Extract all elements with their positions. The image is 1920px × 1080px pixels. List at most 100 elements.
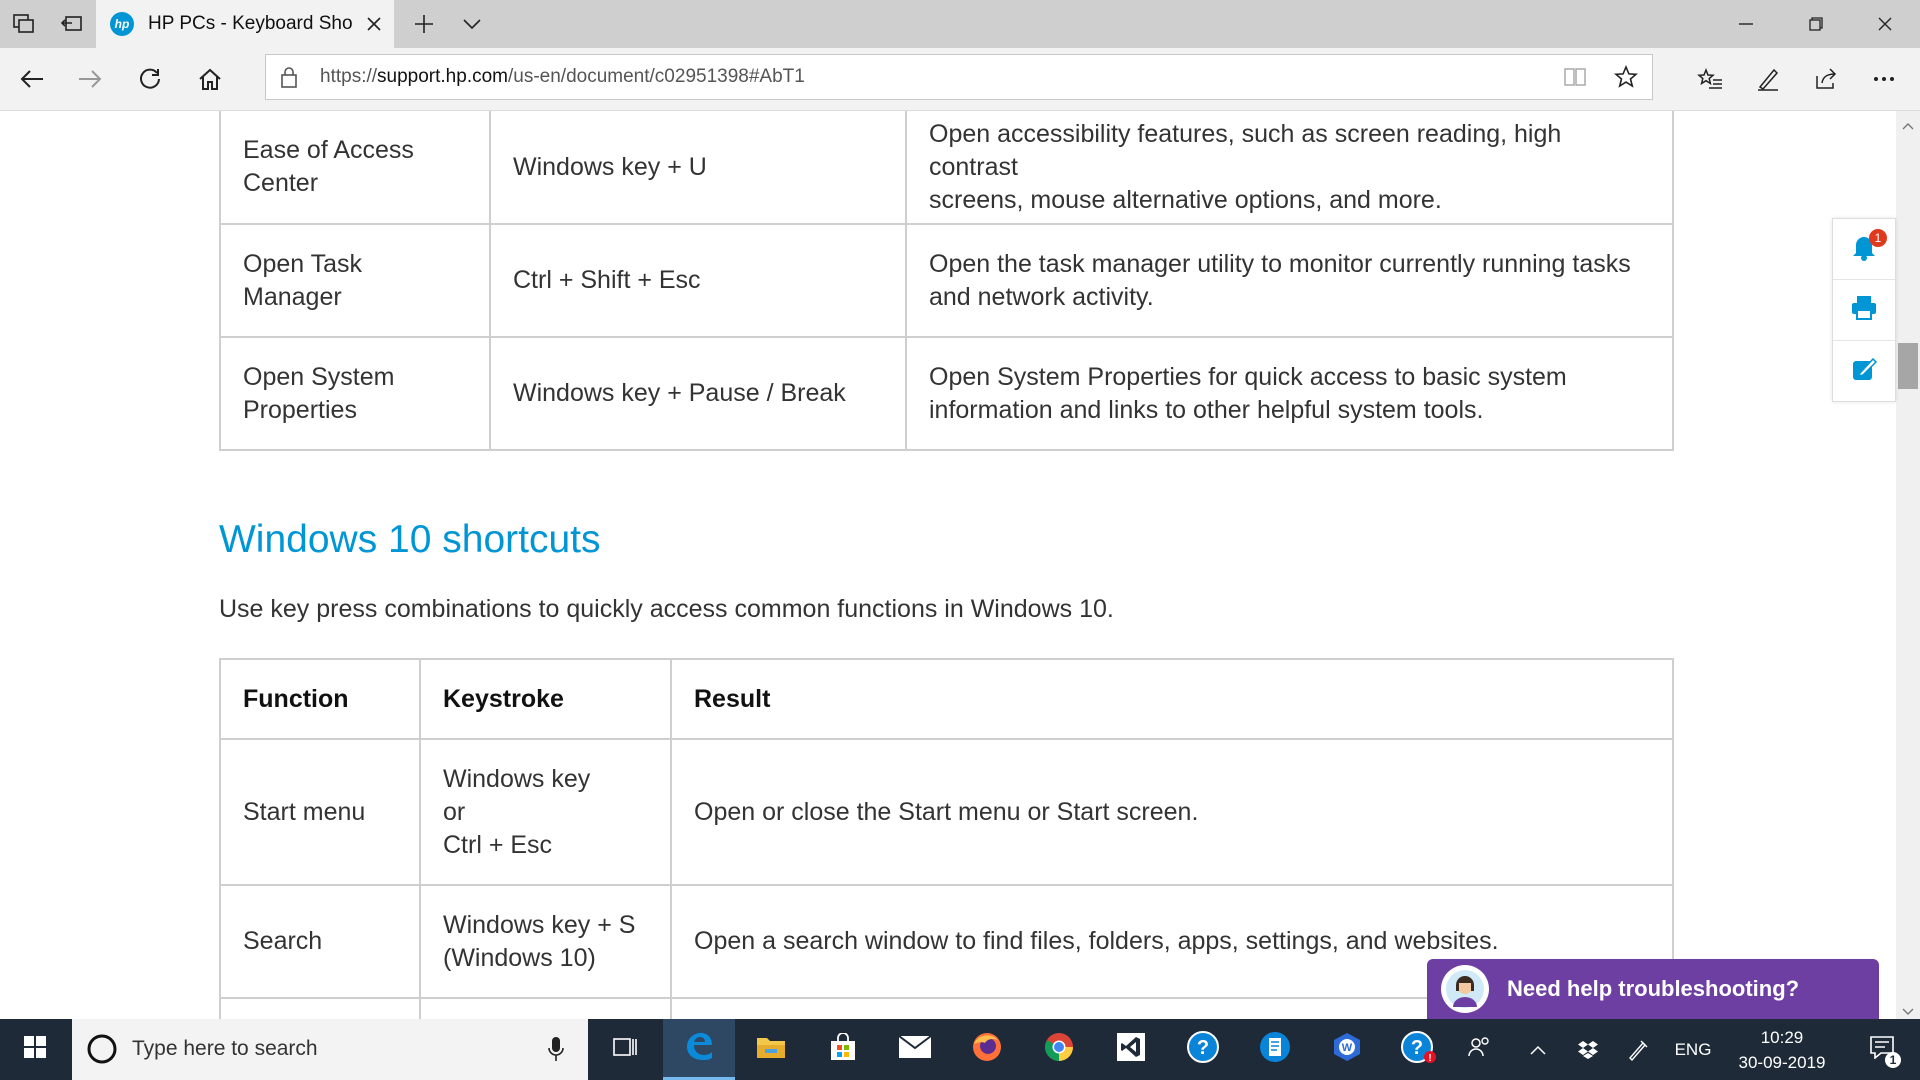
taskbar-app-help[interactable]: ? bbox=[1167, 1019, 1239, 1080]
taskbar-search-box[interactable]: Type here to search bbox=[72, 1019, 588, 1080]
keystroke-text: (Windows 10) bbox=[443, 943, 596, 972]
function-cell bbox=[219, 997, 421, 1019]
taskbar-app-file-explorer[interactable] bbox=[735, 1019, 807, 1080]
taskbar-app-firefox[interactable] bbox=[951, 1019, 1023, 1080]
windows-logo-icon bbox=[24, 1036, 46, 1063]
keystroke-cell: Ctrl + Shift + Esc bbox=[489, 223, 907, 338]
back-icon[interactable] bbox=[8, 55, 56, 103]
help-question-icon: ? bbox=[1186, 1030, 1220, 1069]
lock-icon[interactable] bbox=[280, 66, 298, 93]
taskbar-app-store[interactable] bbox=[807, 1019, 879, 1080]
function-text: Ease of Access bbox=[243, 136, 414, 164]
keystroke-text: Ctrl + Esc bbox=[443, 830, 553, 859]
share-icon[interactable] bbox=[1802, 55, 1850, 103]
tab-manager-icon[interactable] bbox=[0, 0, 48, 48]
notifications-button[interactable]: 1 bbox=[1833, 219, 1895, 280]
show-hidden-icons-chevron[interactable] bbox=[1516, 1019, 1560, 1080]
scroll-up-icon[interactable] bbox=[1902, 117, 1914, 135]
taskbar-app-notes[interactable] bbox=[1239, 1019, 1311, 1080]
clock-time: 10:29 bbox=[1760, 1028, 1804, 1047]
vertical-scrollbar[interactable] bbox=[1896, 111, 1920, 1019]
svg-text:!: ! bbox=[1428, 1053, 1431, 1064]
table-header-row: Function Keystroke Result bbox=[219, 658, 1674, 740]
agent-avatar-icon bbox=[1441, 965, 1489, 1013]
web-note-pen-icon[interactable] bbox=[1744, 55, 1792, 103]
task-view-icon bbox=[611, 1036, 637, 1063]
people-button[interactable] bbox=[1455, 1019, 1503, 1080]
keystroke-text: Windows key bbox=[443, 764, 591, 793]
pen-workspace-icon[interactable] bbox=[1616, 1019, 1660, 1080]
people-icon bbox=[1467, 1036, 1491, 1063]
table-row: Ease of Access Center Windows key + U Ope… bbox=[219, 111, 1674, 225]
more-options-icon[interactable] bbox=[1860, 55, 1908, 103]
tab-title: HP PCs - Keyboard Sho bbox=[148, 13, 353, 34]
print-button[interactable] bbox=[1833, 280, 1895, 341]
keystroke-cell: Windows key or Ctrl + Esc bbox=[419, 738, 672, 886]
dropbox-tray-icon[interactable] bbox=[1566, 1019, 1610, 1080]
taskbar-app-get-help[interactable]: ?! bbox=[1383, 1019, 1455, 1080]
clock-date: 30-09-2019 bbox=[1738, 1053, 1826, 1072]
edge-browser-icon bbox=[683, 1030, 715, 1067]
system-clock[interactable]: 10:29 30-09-2019 bbox=[1720, 1025, 1844, 1075]
keystroke-cell: Windows key + Pause / Break bbox=[489, 336, 907, 451]
shortcuts-table-general: Ease of Access Center Windows key + U Ope… bbox=[219, 111, 1674, 451]
page-tools-panel: 1 bbox=[1832, 218, 1896, 402]
taskbar-app-chrome[interactable] bbox=[1023, 1019, 1095, 1080]
language-indicator[interactable]: ENG bbox=[1666, 1019, 1720, 1080]
close-window-icon[interactable] bbox=[1850, 0, 1920, 48]
store-bag-icon bbox=[829, 1032, 857, 1066]
tab-preview-chevron-icon[interactable] bbox=[448, 0, 496, 48]
taskbar-app-mail[interactable] bbox=[879, 1019, 951, 1080]
address-bar[interactable]: https://support.hp.com/us-en/document/c0… bbox=[265, 54, 1653, 100]
feedback-button[interactable] bbox=[1833, 341, 1895, 401]
notepad-icon bbox=[1259, 1031, 1291, 1068]
tab-active[interactable]: hp HP PCs - Keyboard Sho bbox=[96, 0, 394, 48]
favorite-star-icon[interactable] bbox=[1613, 64, 1639, 94]
url-text[interactable]: https://support.hp.com/us-en/document/c0… bbox=[320, 66, 805, 88]
minimize-icon[interactable] bbox=[1711, 0, 1781, 48]
column-header-keystroke: Keystroke bbox=[419, 658, 672, 740]
new-tab-icon[interactable] bbox=[400, 0, 448, 48]
get-help-alert-icon: ?! bbox=[1401, 1030, 1437, 1069]
result-text: Open System Properties for quick access … bbox=[929, 362, 1567, 391]
taskbar-app-edge[interactable] bbox=[663, 1019, 735, 1080]
function-text: Center bbox=[243, 169, 319, 197]
forward-icon[interactable] bbox=[66, 55, 114, 103]
table-row: Open Task Manager Ctrl + Shift + Esc Ope… bbox=[219, 223, 1674, 338]
action-center-button[interactable]: 1 bbox=[1852, 1019, 1912, 1080]
function-cell: Ease of Access Center bbox=[219, 111, 491, 225]
chat-label: Need help troubleshooting? bbox=[1507, 976, 1800, 1001]
table-row: Start menu Windows key or Ctrl + Esc Open … bbox=[219, 738, 1674, 886]
close-tab-icon[interactable] bbox=[362, 12, 386, 36]
function-cell: Open Task Manager bbox=[219, 223, 491, 338]
function-text: Open System bbox=[243, 362, 395, 391]
result-cell: Open or close the Start menu or Start sc… bbox=[670, 738, 1674, 886]
result-cell: Open accessibility features, such as scr… bbox=[905, 111, 1674, 225]
set-aside-tabs-icon[interactable] bbox=[48, 0, 96, 48]
home-icon[interactable] bbox=[186, 55, 234, 103]
function-cell: Search bbox=[219, 884, 421, 999]
taskbar-app-visual-studio[interactable] bbox=[1095, 1019, 1167, 1080]
scrollbar-thumb[interactable] bbox=[1898, 343, 1918, 389]
notification-badge: 1 bbox=[1869, 229, 1887, 247]
reading-view-icon[interactable] bbox=[1563, 66, 1587, 93]
printer-icon bbox=[1850, 295, 1878, 326]
task-view-button[interactable] bbox=[588, 1019, 660, 1080]
microphone-icon[interactable] bbox=[548, 1036, 564, 1067]
result-text: information and links to other helpful s… bbox=[929, 395, 1484, 424]
svg-text:W: W bbox=[1342, 1042, 1353, 1054]
restore-icon[interactable] bbox=[1781, 0, 1851, 48]
result-text: Open accessibility features, such as scr… bbox=[929, 119, 1562, 181]
result-text: Open the task manager utility to monitor… bbox=[929, 249, 1631, 278]
function-cell: Open System Properties bbox=[219, 336, 491, 451]
visual-studio-icon bbox=[1116, 1032, 1146, 1067]
result-cell: Open the task manager utility to monitor… bbox=[905, 223, 1674, 338]
favorites-hub-icon[interactable] bbox=[1686, 55, 1734, 103]
table-row: Open System Properties Windows key + Paus… bbox=[219, 336, 1674, 451]
taskbar-app-wps[interactable]: W bbox=[1311, 1019, 1383, 1080]
start-button[interactable] bbox=[0, 1019, 70, 1080]
refresh-icon[interactable] bbox=[126, 55, 174, 103]
help-chat-button[interactable]: Need help troubleshooting? bbox=[1427, 959, 1879, 1019]
firefox-icon bbox=[971, 1031, 1003, 1068]
column-header-result: Result bbox=[670, 658, 1674, 740]
